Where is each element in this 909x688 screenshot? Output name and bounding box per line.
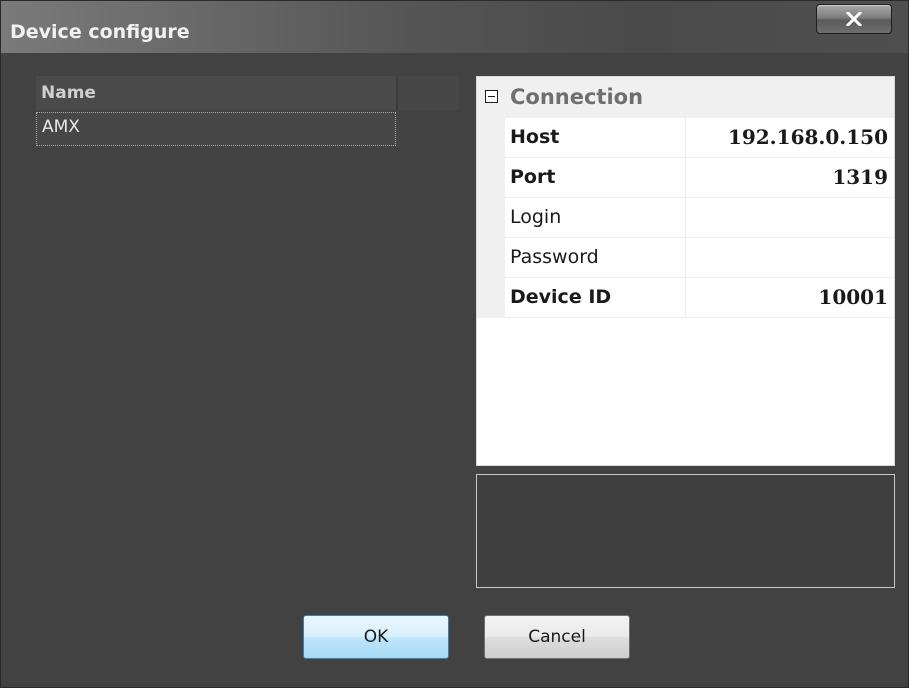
property-grid[interactable]: Connection Host 192.168.0.150 Port 1319 … xyxy=(476,76,895,466)
property-name: Device ID xyxy=(510,286,612,308)
category-label: Connection xyxy=(510,85,644,109)
property-value[interactable]: 10001 xyxy=(685,278,894,317)
property-name: Login xyxy=(510,206,562,228)
property-name: Password xyxy=(510,246,599,268)
property-name: Port xyxy=(510,166,556,188)
property-description-panel xyxy=(476,474,895,588)
property-value[interactable] xyxy=(685,198,894,237)
close-button[interactable] xyxy=(816,4,892,34)
window-title: Device configure xyxy=(10,21,190,43)
category-row-connection[interactable]: Connection xyxy=(477,77,894,118)
column-header-name[interactable]: Name xyxy=(36,76,396,110)
list-header: Name xyxy=(36,76,459,110)
property-value[interactable] xyxy=(685,238,894,277)
column-header-filler xyxy=(398,76,459,110)
close-x-icon xyxy=(846,12,862,26)
property-name: Host xyxy=(510,126,560,148)
property-value[interactable]: 192.168.0.150 xyxy=(685,118,894,157)
property-row-device-id[interactable]: Device ID 10001 xyxy=(505,278,894,318)
collapse-minus-icon[interactable] xyxy=(485,90,498,103)
property-row-password[interactable]: Password xyxy=(505,238,894,278)
property-row-login[interactable]: Login xyxy=(505,198,894,238)
list-item[interactable]: AMX xyxy=(36,112,396,146)
property-value[interactable]: 1319 xyxy=(685,158,894,197)
device-configure-dialog: Device configure Name AMX Connection Hos… xyxy=(0,0,909,688)
ok-button[interactable]: OK xyxy=(303,615,449,659)
cancel-button[interactable]: Cancel xyxy=(484,615,630,659)
property-row-host[interactable]: Host 192.168.0.150 xyxy=(505,118,894,158)
property-row-port[interactable]: Port 1319 xyxy=(505,158,894,198)
device-list[interactable]: Name AMX xyxy=(36,76,459,591)
title-bar[interactable]: Device configure xyxy=(1,1,908,53)
grid-gutter xyxy=(477,118,505,318)
